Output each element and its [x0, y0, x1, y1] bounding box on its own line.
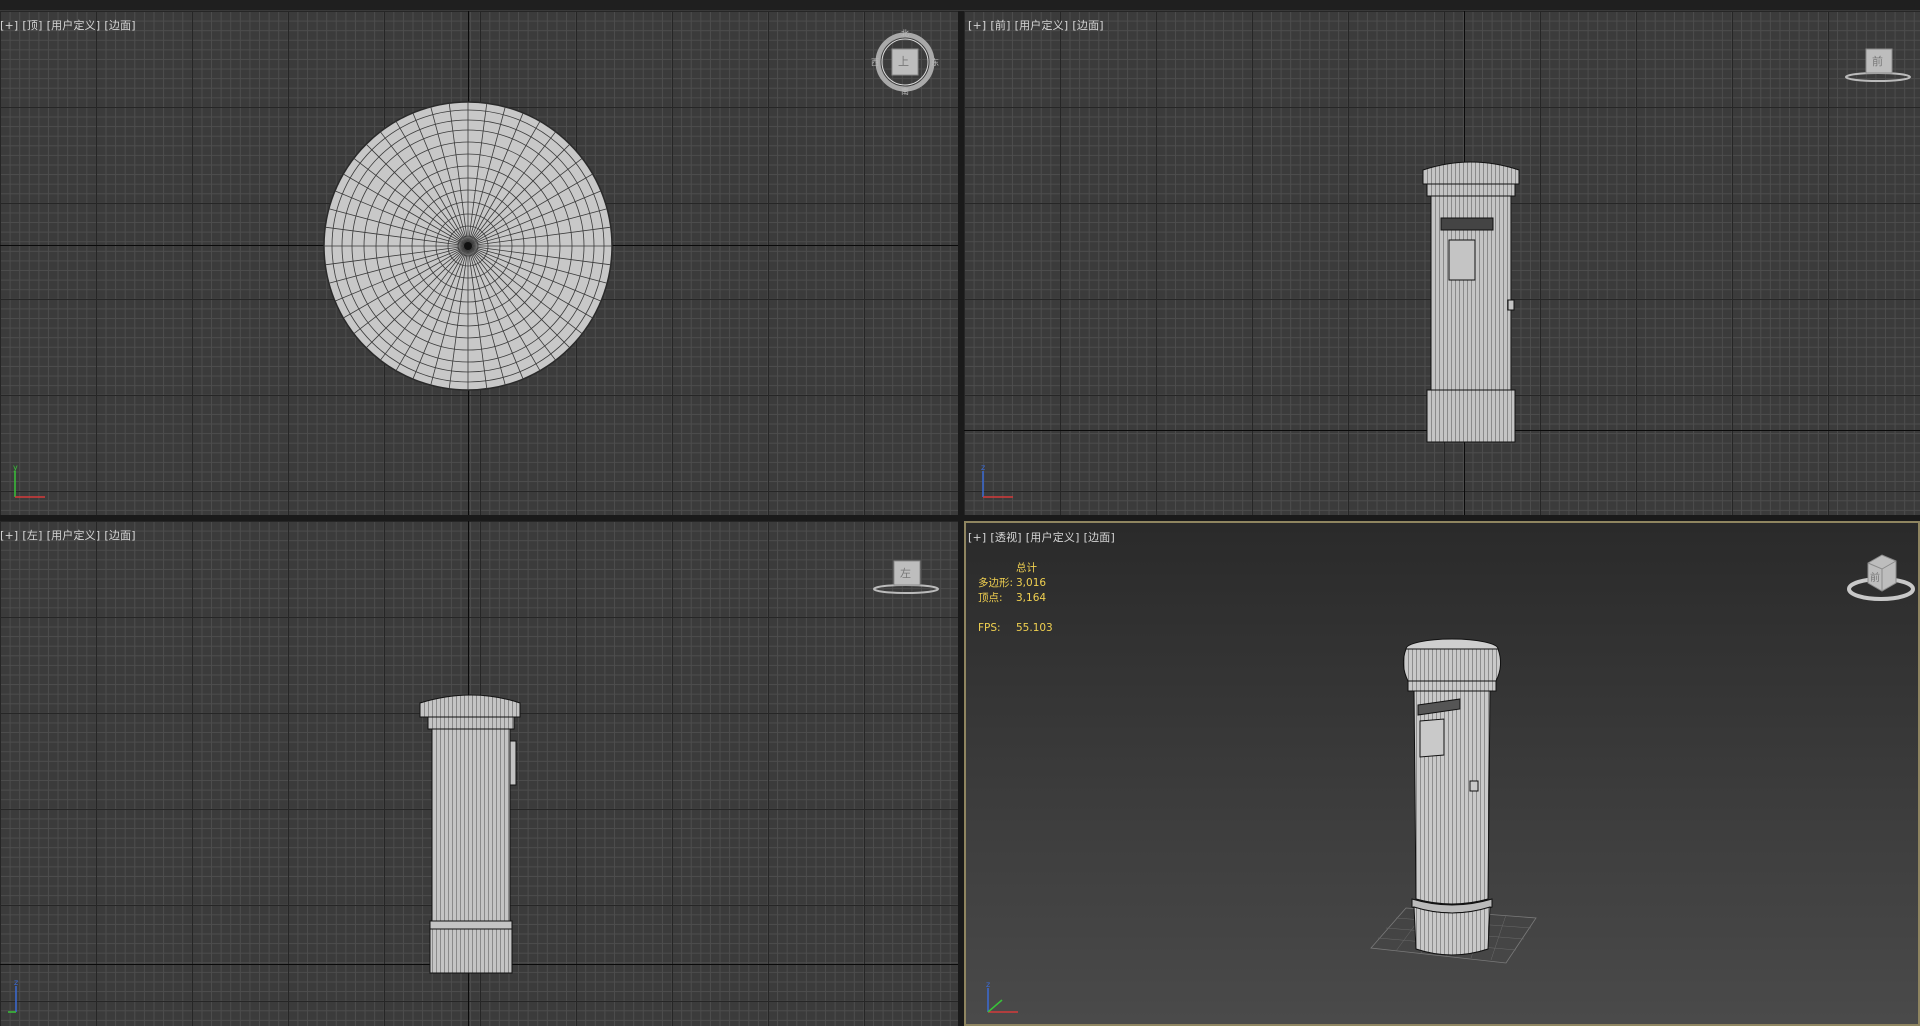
axis-z-label: z [14, 978, 18, 987]
mailbox-top-wireframe[interactable] [318, 96, 618, 396]
viewport-label-top[interactable]: [+] [顶] [用户定义] [边面] [0, 17, 140, 33]
mailbox-perspective-wireframe[interactable] [1384, 635, 1524, 965]
viewcube-face-label[interactable]: 上 [898, 53, 909, 69]
axis-tripod-icon: z [981, 463, 1013, 498]
viewport-view-name[interactable]: [左] [22, 529, 42, 542]
viewport-front[interactable]: [+] [前] [用户定义] [边面] 前 z [964, 11, 1920, 515]
viewport-edge-mode[interactable]: [边面] [104, 19, 135, 32]
stats-vertices-label: 顶点: [978, 592, 1003, 604]
viewport-top[interactable]: [+] [顶] [用户定义] [边面] 上 北 南 西 东 y [0, 11, 958, 515]
viewcube-front[interactable]: 前 [1842, 47, 1914, 87]
viewport-perspective[interactable]: [+] [透视] [用户定义] [边面] 总计 多边形: 3,016 顶点: 3,164 … [964, 521, 1920, 1026]
viewport-menu-plus[interactable]: [+] [0, 19, 18, 32]
viewcube-left[interactable]: 左 [870, 559, 942, 599]
viewport-statistics: 总计 多边形: 3,016 顶点: 3,164 FPS: 55.103 [978, 561, 1053, 636]
viewcube-face-label[interactable]: 前 [1872, 53, 1883, 69]
axis-z-label: z [986, 980, 990, 989]
viewport-label-perspective[interactable]: [+] [透视] [用户定义] [边面] [968, 529, 1119, 545]
axis-tripod-icon: z [8, 978, 18, 1013]
compass-east: 东 [931, 58, 939, 67]
mailbox-front-wireframe[interactable] [1411, 148, 1531, 448]
axis-y-label: y [13, 463, 18, 472]
viewport-edge-mode[interactable]: [边面] [1072, 19, 1103, 32]
viewport-shading-mode[interactable]: [用户定义] [1015, 19, 1069, 32]
stats-header: 总计 [1016, 562, 1037, 574]
viewport-menu-plus[interactable]: [+] [968, 531, 986, 544]
viewport-shading-mode[interactable]: [用户定义] [1026, 531, 1080, 544]
axis-tripod-icon: z [986, 980, 1018, 1013]
viewport-shading-mode[interactable]: [用户定义] [47, 19, 101, 32]
stats-polygons-label: 多边形: [978, 577, 1014, 589]
viewport-view-name[interactable]: [透视] [990, 531, 1021, 544]
stats-polygons-value: 3,016 [1016, 577, 1047, 589]
viewport-label-front[interactable]: [+] [前] [用户定义] [边面] [968, 17, 1108, 33]
mailbox-left-wireframe[interactable] [412, 679, 532, 979]
viewcube-3d-icon [1847, 554, 1915, 601]
viewport-shading-mode[interactable]: [用户定义] [47, 529, 101, 542]
compass-south: 南 [901, 87, 909, 96]
viewport-menu-plus[interactable]: [+] [0, 529, 18, 542]
viewport-view-name[interactable]: [顶] [22, 19, 42, 32]
viewport-view-name[interactable]: [前] [990, 19, 1010, 32]
axis-z-label: z [981, 463, 985, 472]
viewcube-top[interactable]: 上 北 南 西 东 [871, 29, 939, 96]
viewport-label-left[interactable]: [+] [左] [用户定义] [边面] [0, 527, 140, 543]
main-toolbar-strip [0, 0, 1920, 11]
viewport-menu-plus[interactable]: [+] [968, 19, 986, 32]
viewport-edge-mode[interactable]: [边面] [104, 529, 135, 542]
compass-west: 西 [871, 58, 879, 67]
compass-north: 北 [901, 29, 909, 38]
viewcube-face-label[interactable]: 前 [1870, 569, 1880, 584]
stats-vertices-value: 3,164 [1016, 592, 1047, 604]
viewcube-perspective[interactable]: 前 [1846, 549, 1916, 605]
axis-tripod-icon: y [13, 463, 45, 498]
viewcube-face-label[interactable]: 左 [900, 565, 911, 581]
viewport-left[interactable]: [+] [左] [用户定义] [边面] 左 z [0, 521, 958, 1026]
stats-fps-label: FPS: [978, 622, 1001, 634]
stats-fps-value: 55.103 [1016, 622, 1053, 634]
viewport-edge-mode[interactable]: [边面] [1084, 531, 1115, 544]
